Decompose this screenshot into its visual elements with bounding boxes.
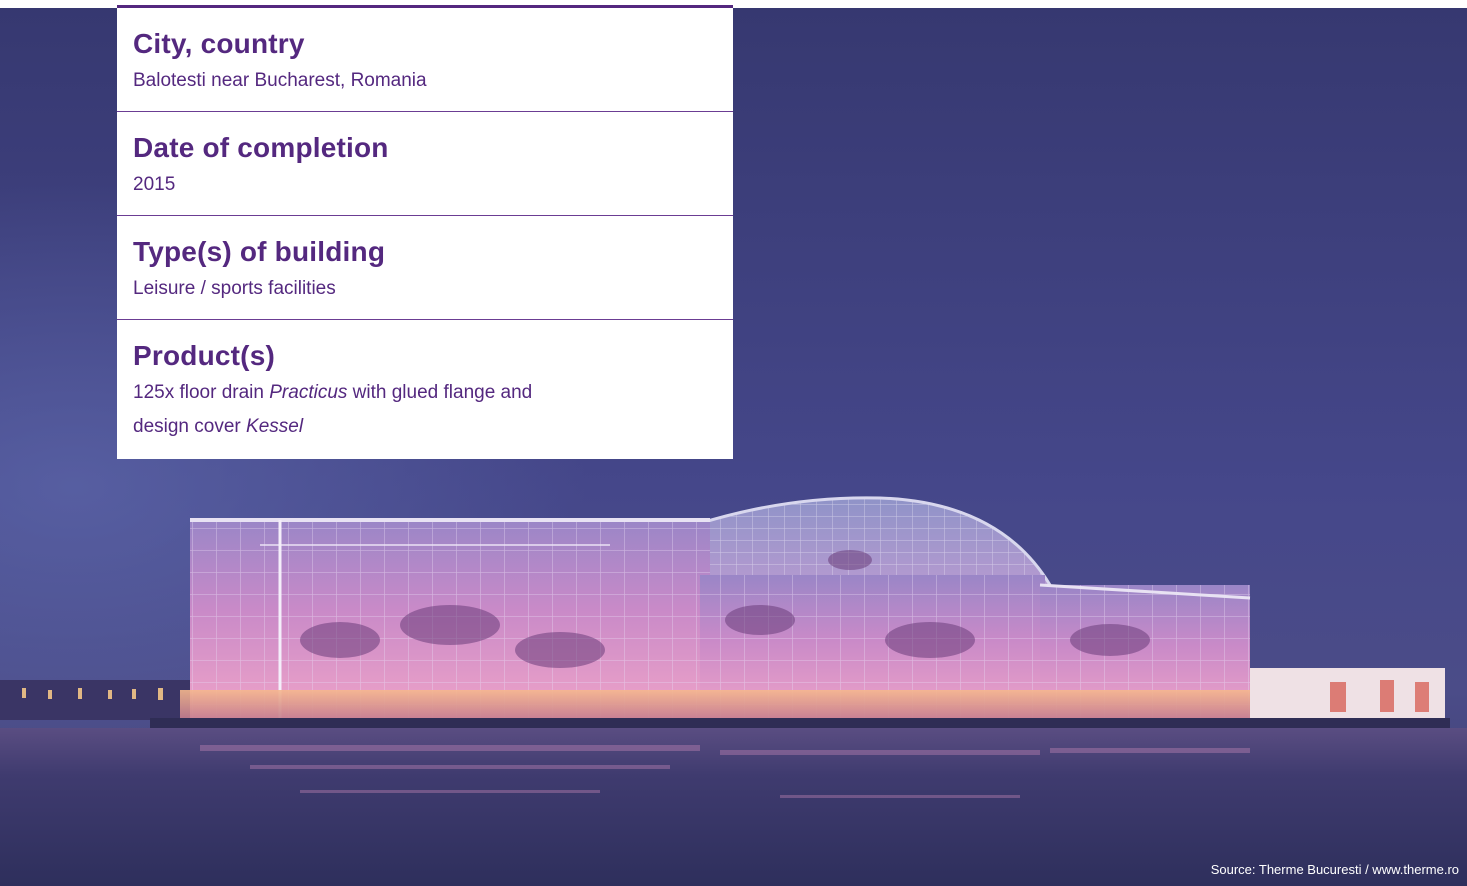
product-name-kessel: Kessel [246, 416, 304, 437]
info-box-top-rule [117, 5, 733, 8]
type-value: Leisure / sports facilities [133, 278, 336, 299]
product-name-practicus: Practicus [269, 382, 348, 403]
project-info-box: City, country Balotesti near Bucharest, … [117, 8, 733, 459]
product-section: Product(s) 125x floor drain Practicus wi… [117, 320, 733, 459]
date-value: 2015 [133, 174, 176, 195]
date-heading: Date of completion [133, 132, 389, 163]
product-heading: Product(s) [133, 340, 275, 371]
date-section: Date of completion 2015 [117, 112, 733, 216]
product-text-2: with glued flange and [347, 382, 533, 403]
product-text-3: design cover [133, 416, 247, 437]
type-heading: Type(s) of building [133, 236, 386, 267]
photo-credit: Source: Therme Bucuresti / www.therme.ro [1210, 862, 1459, 877]
city-heading: City, country [133, 28, 305, 59]
city-value: Balotesti near Bucharest, Romania [133, 70, 427, 91]
product-text-1: 125x floor drain [133, 382, 270, 403]
city-section: City, country Balotesti near Bucharest, … [117, 8, 733, 112]
product-value: 125x floor drain Practicus with glued fl… [133, 376, 532, 444]
type-section: Type(s) of building Leisure / sports fac… [117, 216, 733, 320]
